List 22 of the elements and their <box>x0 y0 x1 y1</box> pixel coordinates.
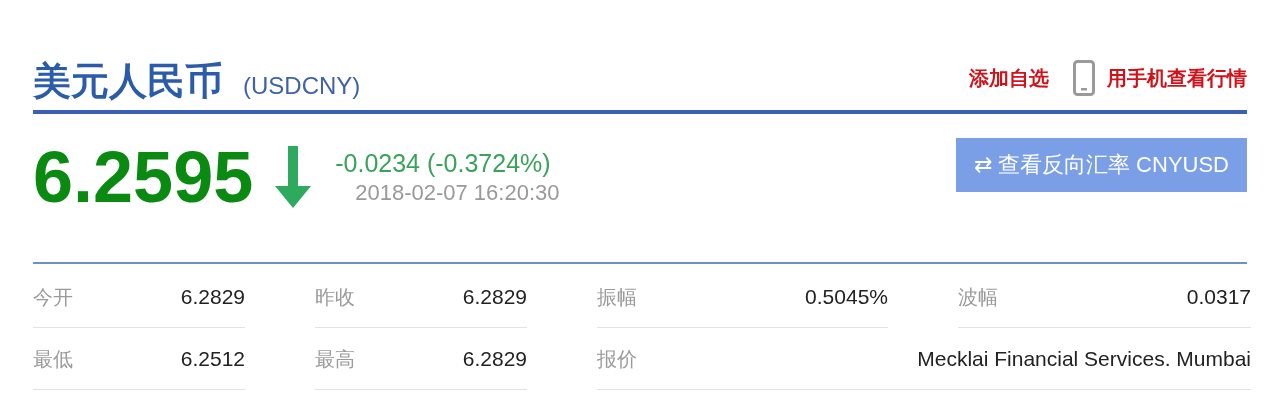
quote-time: 2018-02-07 16:20:30 <box>355 178 560 207</box>
stat-value: 0.0317 <box>1186 283 1251 310</box>
stat-label: 最高 <box>315 346 355 372</box>
stat-value: 6.2829 <box>180 283 245 310</box>
stat-label: 波幅 <box>958 284 998 310</box>
price-value: 6.2595 <box>33 141 254 213</box>
stat-value: 6.2829 <box>462 345 527 372</box>
add-watchlist-link[interactable]: 添加自选 <box>969 68 1049 88</box>
stat-value: 6.2512 <box>180 345 245 372</box>
stat-label: 报价 <box>597 346 637 372</box>
stat-label: 昨收 <box>315 284 355 310</box>
stat-value: 0.5045% <box>805 283 888 310</box>
change-value: -0.0234 (-0.3724%) <box>335 147 552 179</box>
symbol-code: (USDCNY) <box>243 74 361 100</box>
stat-value: Mecklai Financial Services. Mumbai <box>917 345 1251 372</box>
stat-label: 最低 <box>33 346 73 372</box>
stat-label: 振幅 <box>597 284 637 310</box>
page-title: 美元人民币 <box>33 62 223 100</box>
stat-value: 6.2829 <box>462 283 527 310</box>
stat-label: 今开 <box>33 284 73 310</box>
mobile-quote-link[interactable]: 用手机查看行情 <box>1107 68 1247 88</box>
phone-icon <box>1073 60 1095 96</box>
